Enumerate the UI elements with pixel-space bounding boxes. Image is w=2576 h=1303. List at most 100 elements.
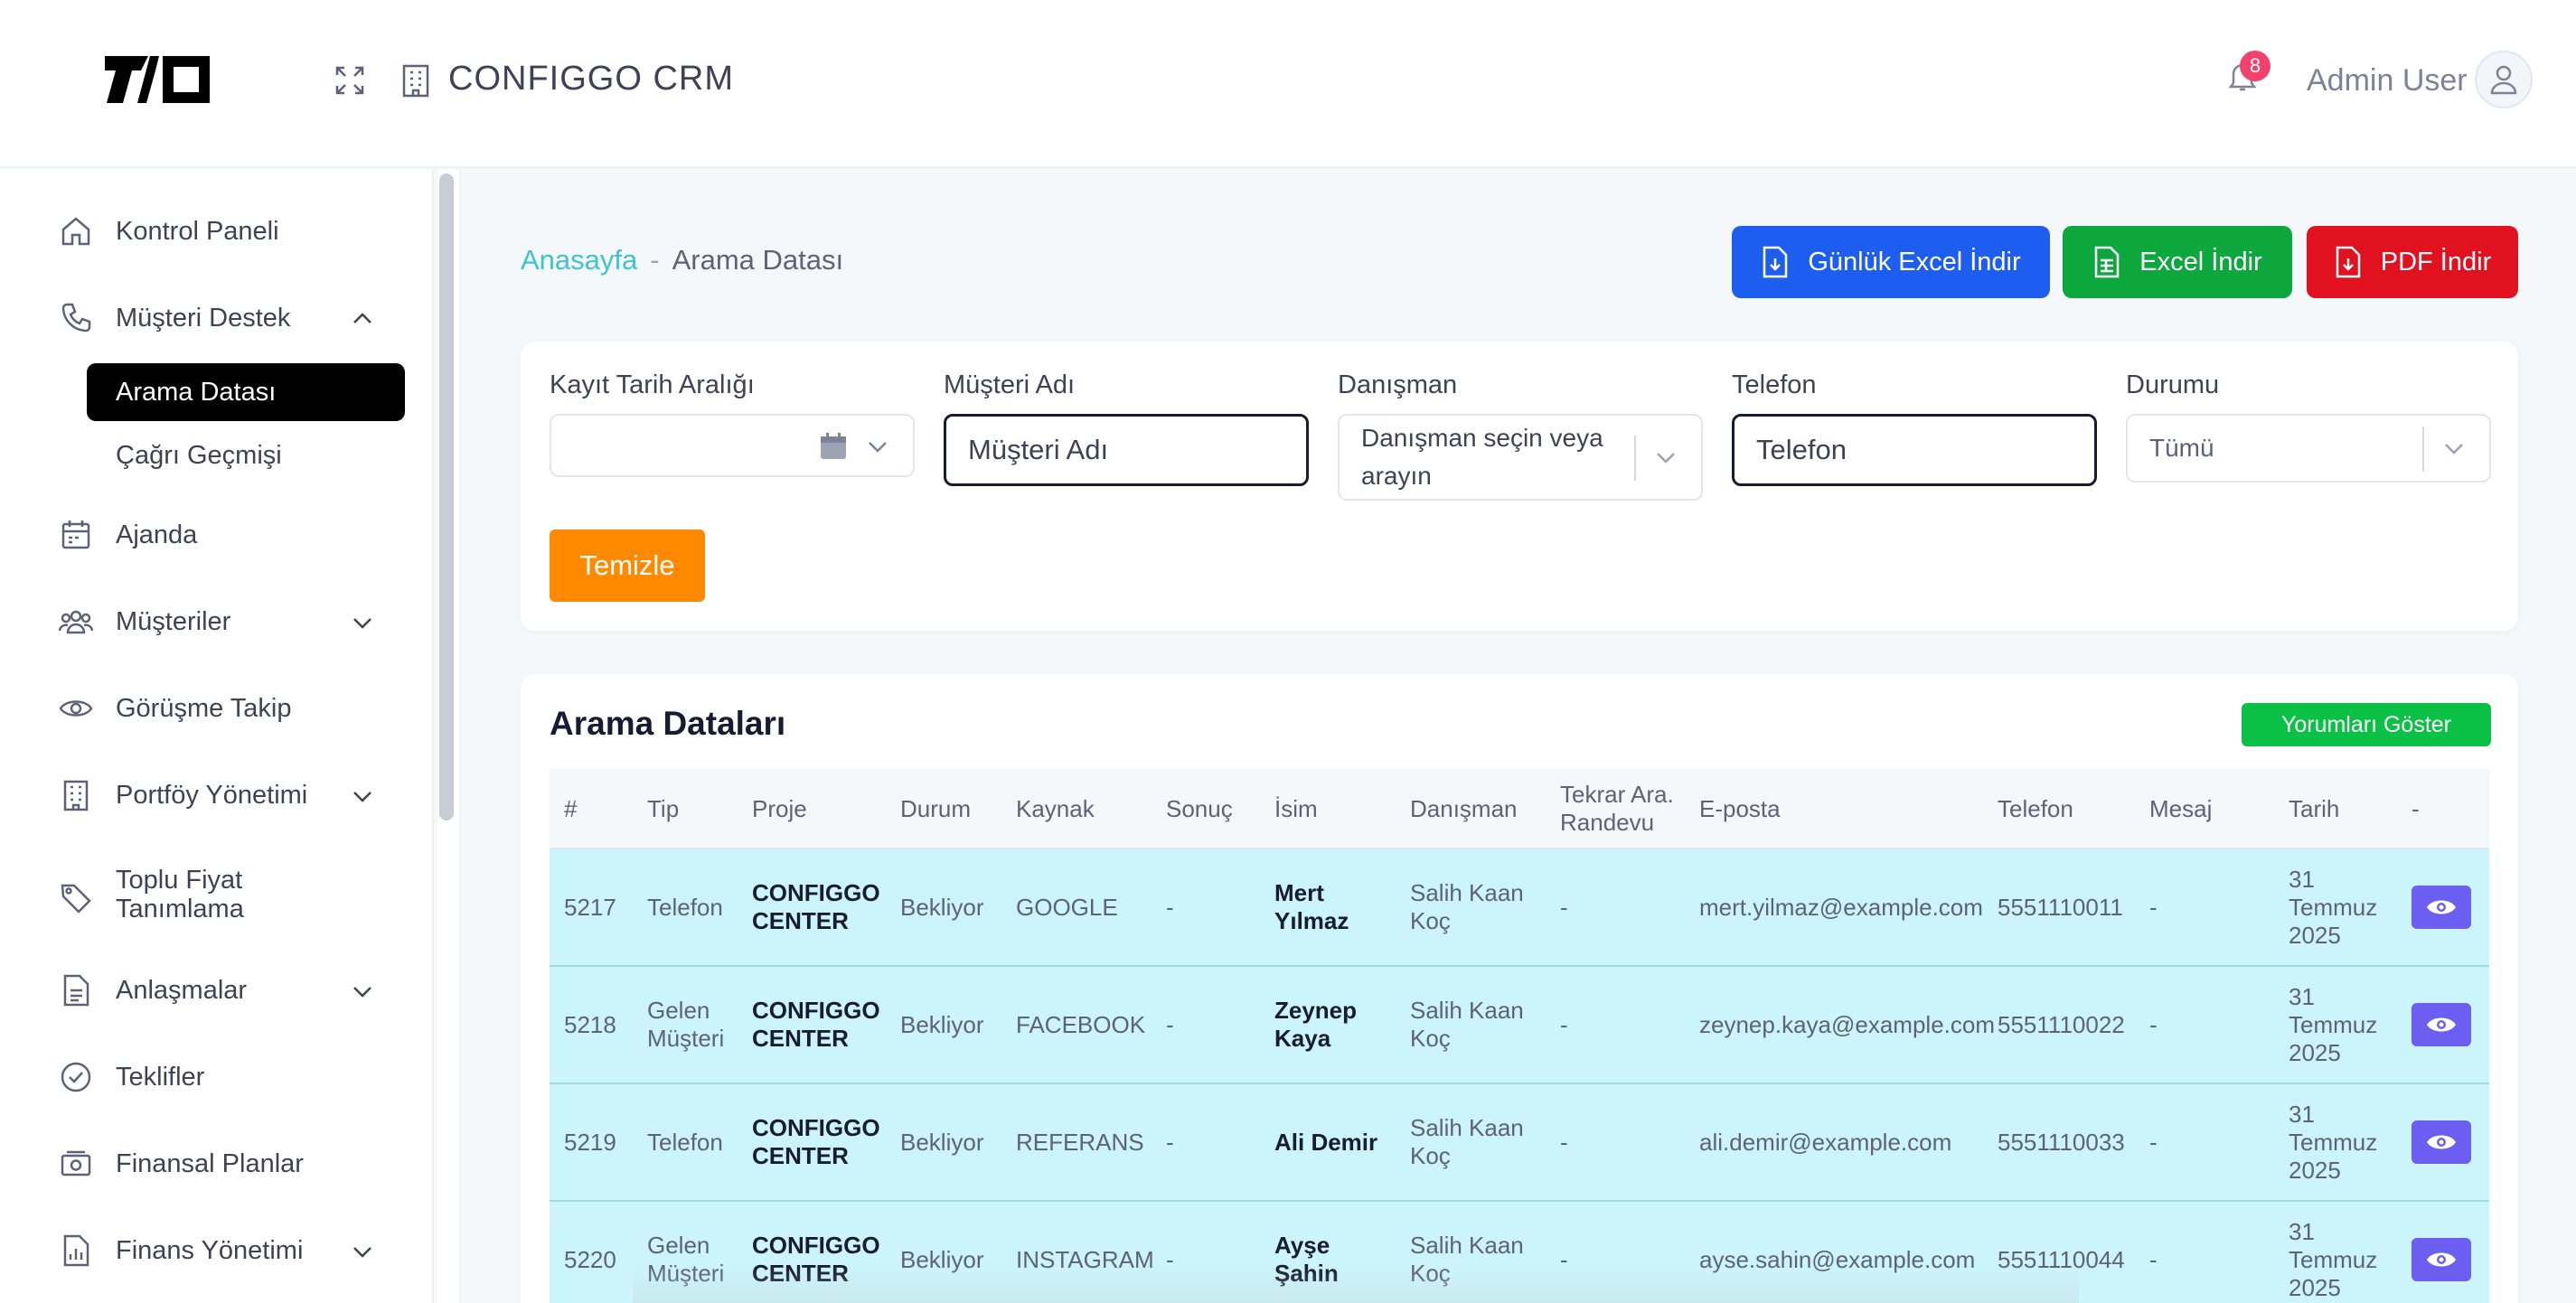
sidebar-item-musteriler[interactable]: Müşteriler [58,595,383,649]
cell-mesaj: - [2149,893,2158,921]
select-divider [2422,427,2424,472]
status-value: Tümü [2149,434,2214,462]
cell-tarih-year: 2025 [2289,1038,2341,1066]
sidebar-item-finans-yonetimi[interactable]: Finans Yönetimi [58,1223,383,1278]
chevron-down-icon [353,618,371,629]
consultant-placeholder-line2: arayın [1361,462,1432,490]
cell-tarih-year: 2025 [2289,1273,2341,1301]
cell-danisman-line1: Salih Kaan [1410,1232,1524,1259]
cell-telefon: 5551110011 [1998,893,2123,921]
cell-sonuc: - [1166,1128,1174,1156]
cell-mesaj: - [2149,1010,2158,1038]
phone-placeholder: Telefon [1756,434,1847,465]
cell-sonuc: - [1166,1010,1174,1038]
sidebar-item-gorusme-takip[interactable]: Görüşme Takip [58,681,383,736]
sidebar-item-label: Müşteri Destek [116,303,291,333]
sidebar-item-finansal-planlar[interactable]: Finansal Planlar [58,1137,383,1191]
fullscreen-icon[interactable] [334,65,365,96]
consultant-label: Danışman [1338,370,1458,399]
cell-tarih-year: 2025 [2289,921,2341,949]
cell-kaynak: FACEBOOK [1016,1010,1146,1038]
view-button[interactable] [2411,1238,2471,1281]
top-header: CONFIGGO CRM 8 Admin User [0,0,2576,168]
bottom-fade [633,1265,2079,1303]
cell-tip-line2: Müşteri [647,1025,725,1052]
col-header-tekrar-ara-line1: Tekrar Ara. [1560,781,1674,808]
customer-name-placeholder: Müşteri Adı [968,434,1109,465]
brand-logo[interactable] [101,52,213,107]
phone-input[interactable]: Telefon [1732,414,2097,486]
home-icon [58,213,94,249]
document-icon [58,972,94,1008]
view-button[interactable] [2411,1120,2471,1164]
cell-danisman-line1: Salih Kaan [1410,879,1524,906]
cell-tip: Telefon [647,849,723,965]
col-header-mesaj: Mesaj [2149,794,2213,822]
excel-download-button[interactable]: Excel İndir [2063,226,2292,298]
users-icon [58,604,94,640]
cell-tarih: 31 Temmuz 2025 [2289,849,2377,965]
sidebar-item-musteri-destek[interactable]: Müşteri Destek [58,291,383,345]
chart-icon [58,1233,94,1269]
sidebar-item-toplu-fiyat-tanimlama[interactable]: Toplu Fiyat Tanımlama [58,866,383,933]
sidebar-item-label: Teklifler [116,1062,205,1092]
cell-proje-line2: CENTER [752,1142,849,1169]
sidebar-item-portfoy-yonetimi[interactable]: Portföy Yönetimi [58,768,383,822]
chevron-down-icon [353,987,371,998]
table-row[interactable]: 5217 Telefon CONFIGGO CENTER Bekliyor GOO… [550,849,2489,967]
sidebar-item-kontrol-paneli[interactable]: Kontrol Paneli [58,204,383,258]
cell-kaynak: REFERANS [1016,1128,1144,1156]
view-button[interactable] [2411,1003,2471,1046]
calendar-icon [58,517,94,553]
cell-tekrar: - [1560,1010,1568,1038]
user-icon [2490,65,2517,95]
cell-eposta: ali.demir@example.com [1699,1128,1952,1156]
eye-icon [2427,1252,2456,1267]
table-row[interactable]: 5219 Telefon CONFIGGO CENTER Bekliyor REF… [550,1084,2489,1202]
col-header-tekrar-ara: Tekrar Ara. Randevu [1560,768,1674,849]
clear-filters-button[interactable]: Temizle [550,530,705,602]
col-header-tip: Tip [647,794,680,822]
cell-eposta: zeynep.kaya@example.com [1699,1010,1995,1038]
view-button[interactable] [2411,886,2471,929]
cell-tip-line1: Telefon [647,1128,723,1156]
table-row[interactable]: 5218 Gelen Müşteri CONFIGGO CENTER Bekliyo… [550,967,2489,1084]
cell-proje-line1: CONFIGGO [752,1114,880,1141]
sidebar-item-teklifler[interactable]: Teklifler [58,1050,383,1104]
calendar-icon [821,433,846,459]
daily-excel-download-button[interactable]: Günlük Excel İndir [1732,226,2050,298]
sidebar-item-anlasmalar[interactable]: Anlaşmalar [58,963,383,1017]
customer-name-label: Müşteri Adı [944,370,1076,399]
cell-kaynak: GOOGLE [1016,893,1118,921]
cell-danisman-line2: Koç [1410,1142,1451,1169]
sidebar-item-ajanda[interactable]: Ajanda [58,508,383,562]
col-header-danisman: Danışman [1410,794,1518,822]
date-range-picker[interactable] [550,414,915,477]
cell-tekrar: - [1560,893,1568,921]
cell-proje-line1: CONFIGGO [752,879,880,906]
avatar[interactable] [2475,51,2533,108]
sidebar-subitem-cagri-gecmisi[interactable]: Çağrı Geçmişi [87,427,405,484]
customer-name-input[interactable]: Müşteri Adı [944,414,1309,486]
cell-mesaj: - [2149,1128,2158,1156]
breadcrumb-home-link[interactable]: Anasayfa [521,244,637,276]
user-name[interactable]: Admin User [2307,63,2468,98]
status-select[interactable]: Tümü [2126,414,2491,483]
cell-danisman: Salih KaanKoç [1410,849,1524,965]
col-header-actions: - [2411,794,2420,822]
show-comments-button[interactable]: Yorumları Göster [2242,703,2491,746]
file-download-icon [2336,246,2360,278]
sidebar-subitem-arama-datasi[interactable]: Arama Datası [87,363,405,421]
breadcrumb: Anasayfa - Arama Datası [521,244,843,277]
col-header-sonuc: Sonuç [1166,794,1233,822]
sidebar-subitem-label: Arama Datası [116,377,277,407]
pdf-download-button[interactable]: PDF İndir [2307,226,2518,298]
consultant-select[interactable]: Danışman seçin veya arayın [1338,414,1703,501]
sidebar-scrollbar[interactable] [439,173,454,820]
sidebar-item-label-wrap: Toplu Fiyat Tanımlama [116,866,244,923]
chevron-up-icon [353,313,371,323]
sidebar-item-label: Görüşme Takip [116,693,292,723]
table-header: # Tip Proje Durum Kaynak Sonuç İsim Danı… [550,768,2489,849]
table-title: Arama Dataları [550,705,786,742]
notification-badge: 8 [2240,51,2270,81]
